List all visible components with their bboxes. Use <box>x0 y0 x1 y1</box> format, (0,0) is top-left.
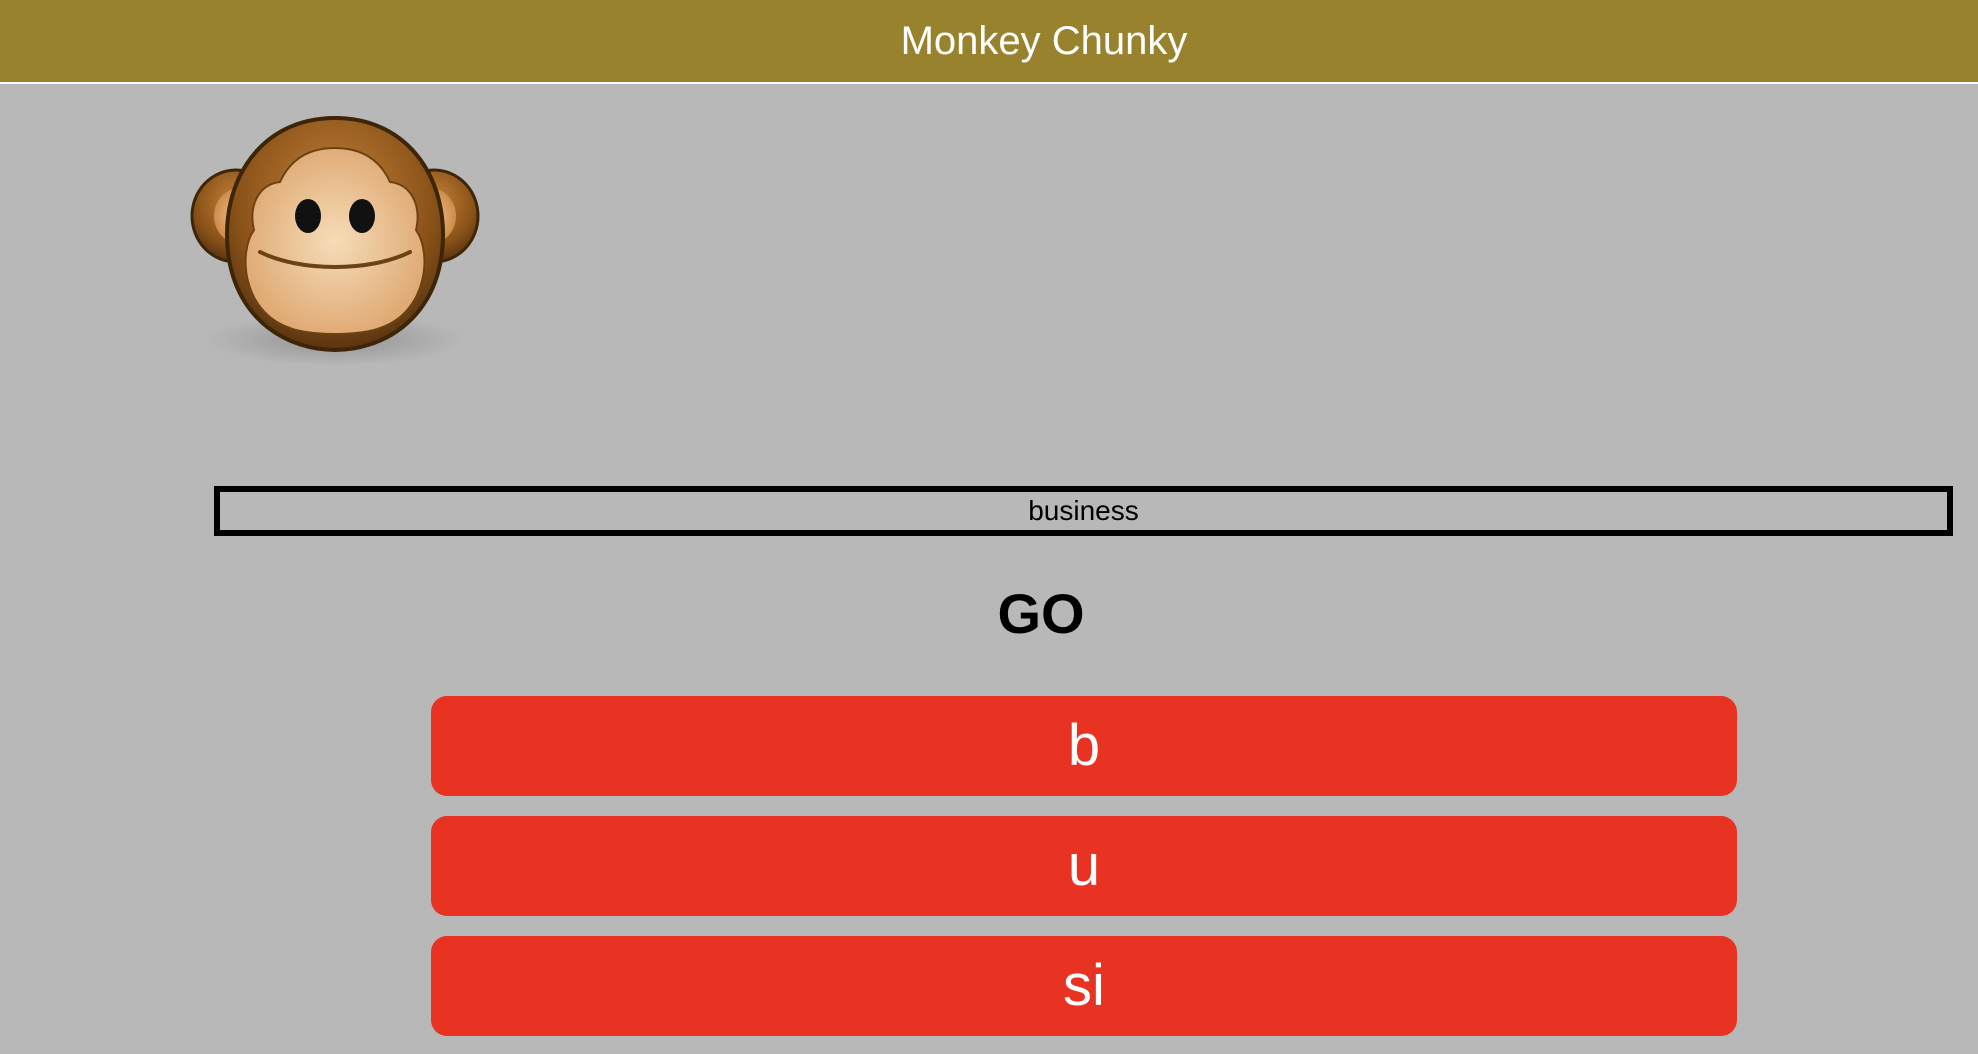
app-header: Monkey Chunky <box>0 0 1978 84</box>
target-word: business <box>1028 495 1139 526</box>
chunk-button-3[interactable]: si <box>431 936 1737 1036</box>
monkey-face-icon <box>190 112 480 372</box>
go-button[interactable]: GO <box>104 578 1978 650</box>
target-word-display: business <box>214 486 1953 536</box>
chunk-button-2[interactable]: u <box>431 816 1737 916</box>
app-title: Monkey Chunky <box>900 19 1188 63</box>
chunk-button-1[interactable]: b <box>431 696 1737 796</box>
